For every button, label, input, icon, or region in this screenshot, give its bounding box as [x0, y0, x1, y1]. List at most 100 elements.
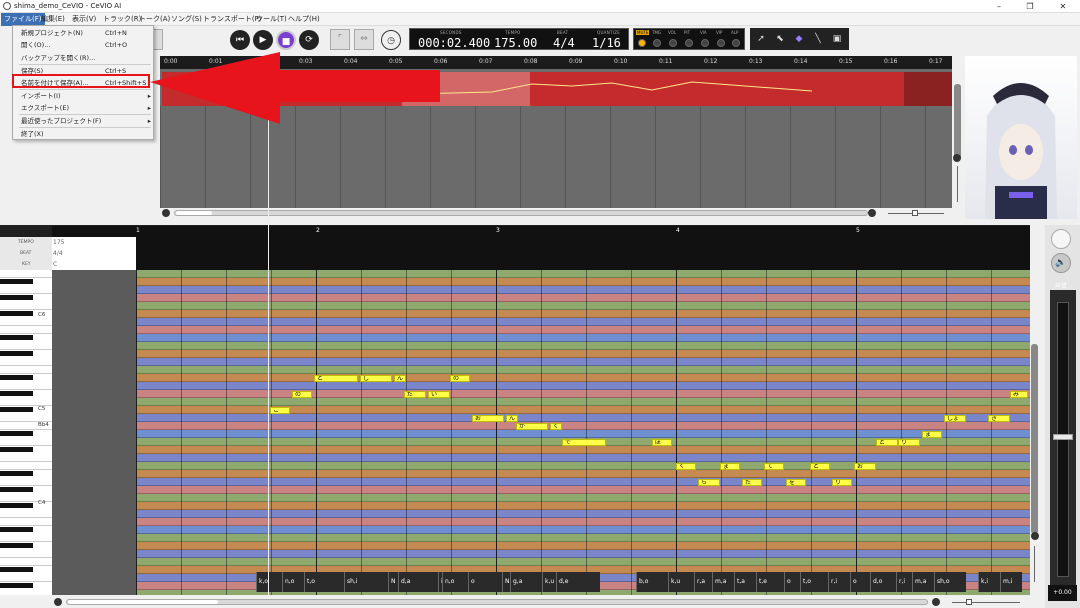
phoneme[interactable]: r,i — [896, 572, 912, 592]
phoneme[interactable]: o — [784, 572, 800, 592]
phoneme[interactable]: k,o — [256, 572, 282, 592]
black-key[interactable] — [0, 295, 33, 300]
note[interactable]: し — [360, 375, 392, 382]
led-vip[interactable] — [717, 39, 725, 47]
phoneme[interactable]: m,a — [712, 572, 734, 592]
beat-value[interactable]: 4/4 — [553, 36, 575, 50]
black-key[interactable] — [0, 447, 33, 452]
led-mute[interactable] — [638, 39, 646, 47]
mode-alp[interactable]: ALP — [731, 30, 738, 35]
note[interactable]: ま — [720, 463, 740, 470]
phoneme[interactable]: d,a — [398, 572, 438, 592]
led-alp[interactable] — [732, 39, 740, 47]
volume-fader-track[interactable] — [1050, 290, 1076, 585]
black-key[interactable] — [0, 375, 33, 380]
black-key[interactable] — [0, 279, 33, 284]
note[interactable]: ら — [698, 479, 720, 486]
note[interactable]: を — [786, 479, 806, 486]
metronome-icon[interactable]: ◷ — [381, 30, 401, 50]
note[interactable]: ん — [394, 375, 406, 382]
quantize-value[interactable]: 1/16 — [592, 36, 621, 50]
note[interactable]: く — [676, 463, 696, 470]
phoneme[interactable]: b,o — [636, 572, 668, 592]
phoneme[interactable]: n,o — [282, 572, 304, 592]
black-key[interactable] — [0, 431, 33, 436]
led-tmg[interactable] — [653, 39, 661, 47]
menu-item-open-backup[interactable]: バックアップを開く(R)... — [21, 52, 153, 64]
note[interactable]: しょ — [944, 415, 966, 422]
playhead-cursor[interactable] — [268, 56, 269, 596]
phoneme[interactable]: d,o — [870, 572, 896, 592]
menu-help[interactable]: ヘルプ(H) — [285, 13, 323, 26]
note-grid[interactable]: このとしんだいのおんがくでぼくらまたてをとりおとりましょきみ — [136, 270, 1030, 595]
phoneme[interactable]: t,o — [800, 572, 828, 592]
editor-vertical-scrollbar[interactable] — [1030, 270, 1040, 595]
note[interactable]: て — [764, 463, 784, 470]
tempo-beat-key-lane[interactable] — [136, 237, 1030, 270]
note[interactable]: が — [516, 423, 548, 430]
tempo-lane-value[interactable]: 175 — [53, 239, 64, 246]
black-key[interactable] — [0, 527, 33, 532]
phoneme[interactable]: t,o — [304, 572, 344, 592]
phoneme[interactable]: N — [388, 572, 398, 592]
mode-vol[interactable]: VOL — [668, 30, 676, 35]
loop-icon[interactable]: ⟳ — [299, 30, 319, 50]
phoneme[interactable]: sh,i — [344, 572, 388, 592]
note[interactable]: と — [810, 463, 830, 470]
track-horizontal-scrollbar[interactable] — [160, 208, 950, 219]
phoneme[interactable]: m,i — [1000, 572, 1022, 592]
black-key[interactable] — [0, 567, 33, 572]
phoneme[interactable]: g,a — [510, 572, 542, 592]
volume-fader-knob[interactable] — [1053, 434, 1073, 440]
black-key[interactable] — [0, 503, 33, 508]
phoneme[interactable]: r,a — [694, 572, 712, 592]
note[interactable]: く — [550, 423, 562, 430]
phoneme[interactable]: o — [468, 572, 502, 592]
selection-range-icon[interactable]: ⇔ — [354, 29, 374, 50]
piano-keyboard[interactable] — [0, 270, 52, 595]
mode-vip[interactable]: VIP — [716, 30, 722, 35]
rewind-icon[interactable]: ⏮ — [230, 30, 250, 50]
note[interactable]: で — [562, 439, 606, 446]
led-via[interactable] — [701, 39, 709, 47]
black-key[interactable] — [0, 391, 33, 396]
phoneme[interactable]: m,a — [912, 572, 934, 592]
close-button[interactable]: ✕ — [1048, 0, 1078, 13]
range-select-icon[interactable]: ⬉ — [771, 30, 789, 48]
black-key[interactable] — [0, 311, 33, 316]
mode-via[interactable]: VIA — [700, 30, 707, 35]
mode-tmg[interactable]: TMG — [652, 30, 661, 35]
black-key[interactable] — [0, 543, 33, 548]
led-pit[interactable] — [685, 39, 693, 47]
track-vertical-scrollbar[interactable] — [952, 56, 963, 208]
menu-item-exit[interactable]: 終了(X) — [21, 128, 153, 140]
stop-icon[interactable]: ■ — [276, 30, 296, 50]
note[interactable]: り — [832, 479, 852, 486]
editor-horizontal-scrollbar[interactable] — [52, 596, 1030, 608]
note[interactable]: き — [988, 415, 1010, 422]
black-key[interactable] — [0, 351, 33, 356]
select-arrow-icon[interactable]: ➚ — [752, 30, 770, 48]
play-icon[interactable]: ▶ — [253, 30, 273, 50]
mode-mute[interactable]: MUTE — [636, 30, 650, 35]
phoneme[interactable]: t,a — [734, 572, 756, 592]
menu-item-open[interactable]: 開く(O)... Ctrl+O — [21, 39, 153, 51]
note[interactable]: の — [450, 375, 470, 382]
note[interactable]: こ — [270, 407, 290, 414]
track-selector-button[interactable] — [1051, 229, 1071, 249]
window-tool-icon[interactable]: ▣ — [828, 30, 846, 48]
note[interactable]: ま — [922, 431, 942, 438]
note[interactable]: み — [1010, 391, 1028, 398]
note[interactable]: と — [314, 375, 358, 382]
phoneme[interactable]: d,e — [556, 572, 600, 592]
phoneme[interactable]: N — [502, 572, 510, 592]
selection-start-icon[interactable]: ⌜ — [330, 29, 350, 50]
beat-lane-value[interactable]: 4/4 — [53, 250, 63, 257]
black-key[interactable] — [0, 487, 33, 492]
phoneme[interactable]: r,i — [828, 572, 850, 592]
maximize-button[interactable]: ❐ — [1015, 0, 1045, 13]
black-key[interactable] — [0, 335, 33, 340]
menu-item-recent-projects[interactable]: 最近使ったプロジェクト(F) ▸ — [21, 115, 153, 127]
mode-pit[interactable]: PIT — [684, 30, 690, 35]
note[interactable]: の — [292, 391, 312, 398]
